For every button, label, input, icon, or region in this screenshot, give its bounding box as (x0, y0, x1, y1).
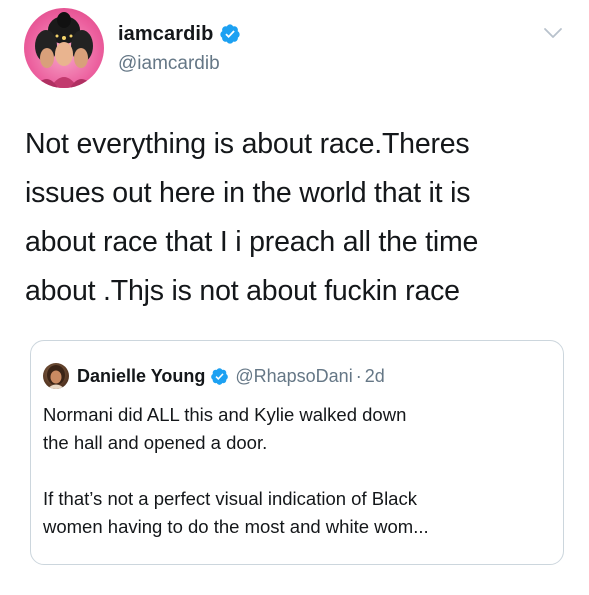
tweet-text-line: Not everything is about race.Theres (25, 128, 470, 160)
tweet-text: Not everything is about race.Theres issu… (25, 120, 565, 316)
author-avatar[interactable] (24, 8, 104, 88)
author-handle[interactable]: @iamcardib (118, 53, 220, 75)
quoted-tweet-text: Normani did ALL this and Kylie walked do… (43, 401, 553, 541)
quoted-author-name: Danielle Young (77, 365, 206, 386)
quoted-tweet-header: Danielle Young @RhapsoDani · 2d (43, 363, 385, 389)
quoted-author-handle: @RhapsoDani (235, 365, 353, 386)
quoted-text-line: If that’s not a perfect visual indicatio… (43, 488, 417, 509)
quoted-author-avatar (43, 363, 69, 389)
verified-badge-icon (211, 367, 229, 385)
author-display-name[interactable]: iamcardib (118, 23, 213, 46)
tweet-card: iamcardib @iamcardib Not everything is a… (0, 0, 589, 595)
tweet-text-line: about race that I i preach all the time (25, 226, 479, 258)
quoted-text-line: Normani did ALL this and Kylie walked do… (43, 404, 407, 425)
tweet-text-line: about .Thjs is not about fuckin race (25, 275, 460, 307)
verified-badge-icon (220, 24, 241, 44)
quoted-tweet[interactable]: Danielle Young @RhapsoDani · 2d Normani … (30, 340, 564, 565)
avatar-artwork (34, 12, 94, 88)
quoted-avatar-artwork (47, 365, 65, 389)
quoted-separator: · (355, 365, 362, 386)
author-name-row[interactable]: iamcardib (118, 22, 241, 46)
tweet-text-line: issues out here in the world that it is (25, 177, 471, 209)
quoted-timestamp: 2d (364, 365, 385, 386)
chevron-down-icon[interactable] (543, 26, 563, 40)
quoted-text-line: women having to do the most and white wo… (43, 516, 429, 537)
quoted-text-line: the hall and opened a door. (43, 432, 268, 453)
